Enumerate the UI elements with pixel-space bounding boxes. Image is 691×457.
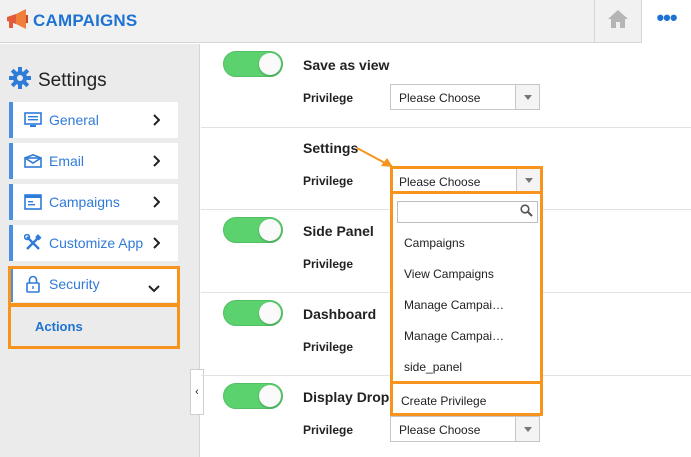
sidebar-item-label: General	[49, 112, 99, 128]
caret-down-icon	[515, 85, 539, 109]
window-icon	[23, 192, 43, 212]
chevron-right-icon	[152, 154, 161, 172]
section-title-dashboard: Dashboard	[303, 306, 377, 322]
home-button[interactable]	[594, 0, 640, 43]
gear-icon	[8, 66, 32, 95]
more-dots-icon: •••	[656, 4, 677, 30]
callout-arrow	[356, 147, 393, 167]
caret-down-icon	[516, 169, 540, 191]
security-highlight	[8, 266, 180, 306]
dropdown-search-input[interactable]	[397, 201, 538, 223]
privilege-label: Privilege	[303, 91, 354, 105]
chevron-right-icon	[152, 236, 161, 254]
sidebar-item-customize-app[interactable]: Customize App	[9, 225, 178, 261]
privilege-label: Privilege	[303, 423, 354, 437]
display-drop-toggle[interactable]	[223, 383, 283, 409]
home-icon	[607, 9, 629, 34]
dropdown-option[interactable]: Manage Campai…	[404, 298, 504, 312]
sidebar-item-general[interactable]: General	[9, 102, 178, 138]
actions-highlight	[8, 305, 180, 349]
select-value: Please Choose	[399, 423, 481, 437]
sidebar-title: Settings	[38, 69, 107, 91]
chevron-left-icon: ‹	[195, 386, 199, 398]
sidebar-item-email[interactable]: Email	[9, 143, 178, 179]
monitor-icon	[23, 110, 43, 130]
save-as-view-toggle[interactable]	[223, 51, 283, 77]
search-icon	[520, 204, 533, 222]
dropdown-option[interactable]: Campaigns	[404, 236, 465, 250]
select-value: Please Choose	[399, 175, 481, 189]
dropdown-option[interactable]: side_panel	[404, 360, 462, 374]
caret-down-icon	[515, 417, 539, 441]
create-privilege-option[interactable]: Create Privilege	[390, 381, 543, 416]
row-divider	[201, 127, 691, 128]
chevron-right-icon	[152, 195, 161, 213]
privilege-label: Privilege	[303, 174, 354, 188]
top-bar: CAMPAIGNS •••	[0, 0, 691, 43]
chevron-right-icon	[152, 113, 161, 131]
sidebar-item-campaigns[interactable]: Campaigns	[9, 184, 178, 220]
privilege-label: Privilege	[303, 257, 354, 271]
sidebar-header: Settings	[8, 66, 107, 95]
app-title: CAMPAIGNS	[33, 11, 138, 30]
tools-icon	[23, 233, 43, 253]
dropdown-option[interactable]: Manage Campai…	[404, 329, 504, 343]
megaphone-icon	[4, 7, 30, 33]
dashboard-toggle[interactable]	[223, 300, 283, 326]
section-title-save-as-view: Save as view	[303, 57, 390, 73]
sidebar-item-label: Email	[49, 153, 85, 169]
section-title-settings: Settings	[303, 140, 359, 156]
sidebar-item-label: Customize App	[49, 235, 144, 251]
privilege-select-settings[interactable]: Please Choose	[390, 166, 543, 194]
select-value: Please Choose	[399, 91, 481, 105]
more-button[interactable]: •••	[641, 0, 691, 43]
section-title-side-panel: Side Panel	[303, 223, 374, 239]
create-privilege-label: Create Privilege	[401, 394, 487, 408]
side-panel-toggle[interactable]	[223, 217, 283, 243]
section-title-display-drop: Display Drop	[303, 389, 390, 405]
sidebar-item-label: Campaigns	[49, 194, 120, 210]
privilege-select-display-drop[interactable]: Please Choose	[390, 416, 540, 442]
envelope-icon	[23, 151, 43, 171]
privilege-label: Privilege	[303, 340, 354, 354]
dropdown-option[interactable]: View Campaigns	[404, 267, 494, 281]
privilege-select-save-as-view[interactable]: Please Choose	[390, 84, 540, 110]
